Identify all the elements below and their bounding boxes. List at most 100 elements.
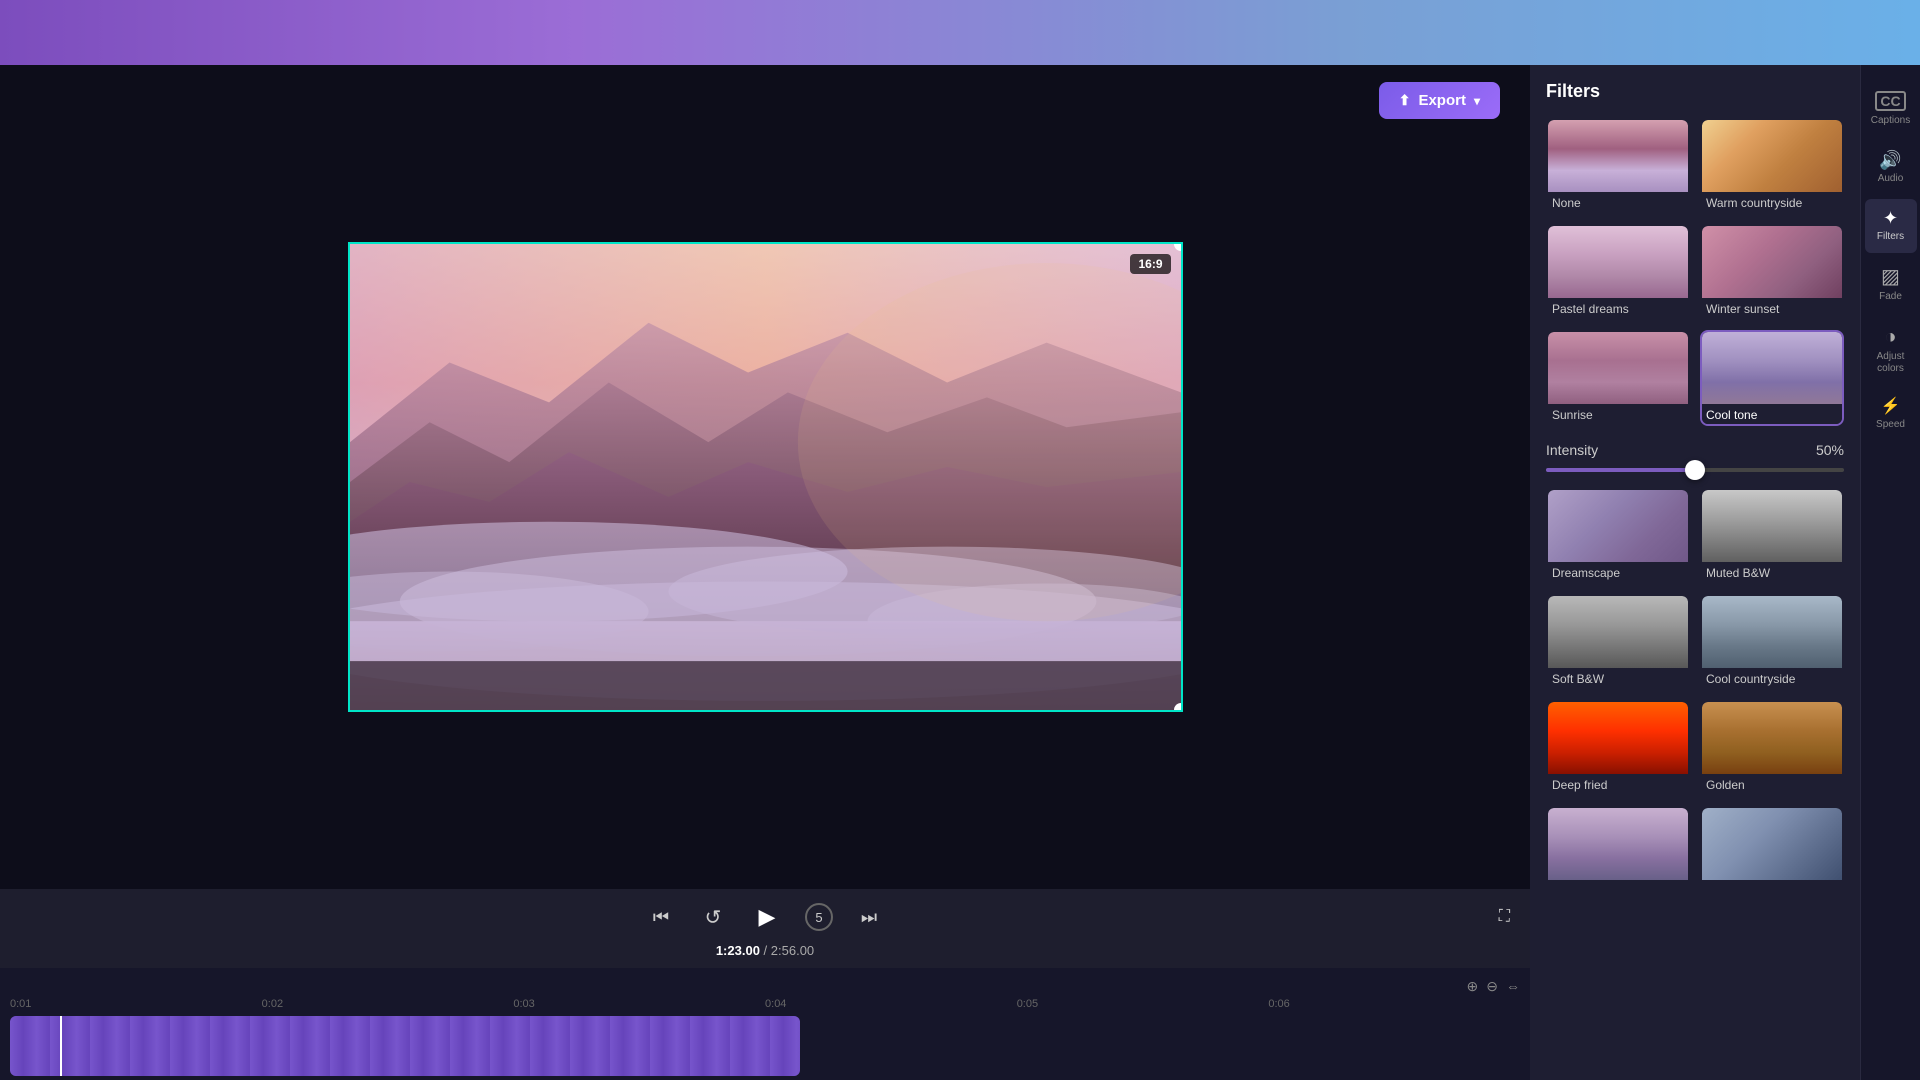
ruler-controls: ⊕ ⊖ ⇔: [1467, 978, 1520, 995]
filter-item-cool-countryside[interactable]: Cool countryside: [1700, 594, 1844, 690]
intensity-section: Intensity 50%: [1546, 442, 1844, 472]
filter-item-muted-bw[interactable]: Muted B&W: [1700, 488, 1844, 584]
zoom-out-button[interactable]: ⊖: [1486, 978, 1498, 995]
filter-item-golden[interactable]: Golden: [1700, 700, 1844, 796]
toolbar-label-adjust-colors: Adjust colors: [1871, 351, 1911, 375]
toolbar-item-filters[interactable]: ✦ Filters: [1865, 199, 1917, 253]
toolbar-item-audio[interactable]: 🔊 Audio: [1865, 141, 1917, 195]
filter-thumb-cool-tone: [1702, 332, 1842, 404]
speed-icon: ⚡: [1881, 399, 1901, 415]
intensity-header: Intensity 50%: [1546, 442, 1844, 458]
mark-2: 0:02: [262, 998, 514, 1010]
filters-panel: Filters None Warm countryside Pastel dre…: [1530, 65, 1860, 1080]
player-controls: ⏮ ↺ ▶ 5 ⏭ ⛶ 1:23.00 / 2:56.00: [0, 889, 1530, 968]
timeline-section: ⊕ ⊖ ⇔ 0:01 0:02 0:03 0:04 0:05 0:06: [0, 968, 1530, 1080]
mark-3: 0:03: [513, 998, 765, 1010]
rewind-button[interactable]: ↺: [697, 901, 729, 933]
filter-item-soft-bw[interactable]: Soft B&W: [1546, 594, 1690, 690]
video-area: 16:9 ⏮ ↺ ▶ 5 ⏭ ⛶ 1:23.00 / 2:56.00: [0, 65, 1530, 1080]
timeline-playhead: [60, 1016, 62, 1076]
filter-item-sunrise[interactable]: Sunrise: [1546, 330, 1690, 426]
export-label: Export: [1418, 92, 1466, 109]
filter-thumb-none: [1548, 120, 1688, 192]
controls-bar: ⏮ ↺ ▶ 5 ⏭ ⛶: [0, 899, 1530, 935]
timeline-container: [0, 1012, 1530, 1080]
right-panel: Filters None Warm countryside Pastel dre…: [1530, 65, 1920, 1080]
forward-5-button[interactable]: 5: [805, 903, 833, 931]
play-button[interactable]: ▶: [749, 899, 785, 935]
filter-label-cool-countryside: Cool countryside: [1702, 668, 1842, 688]
mark-6: 0:06: [1268, 998, 1520, 1010]
toolbar-label-filters: Filters: [1877, 231, 1904, 243]
filter-label-extra2: [1702, 880, 1842, 886]
toolbar-label-fade: Fade: [1879, 291, 1902, 303]
filter-item-pastel-dreams[interactable]: Pastel dreams: [1546, 224, 1690, 320]
filter-thumb-dreamscape: [1548, 490, 1688, 562]
filter-item-dreamscape[interactable]: Dreamscape: [1546, 488, 1690, 584]
toolbar-item-adjust-colors[interactable]: ◑ Adjust colors: [1865, 317, 1917, 385]
aspect-ratio-badge: 16:9: [1130, 254, 1170, 274]
filter-thumb-golden: [1702, 702, 1842, 774]
video-background: [350, 244, 1181, 710]
filter-label-soft-bw: Soft B&W: [1548, 668, 1688, 688]
filter-item-extra2[interactable]: [1700, 806, 1844, 888]
current-time: 1:23.00: [716, 943, 760, 958]
panel-title: Filters: [1546, 81, 1844, 102]
filter-thumb-muted-bw: [1702, 490, 1842, 562]
toolbar-item-fade[interactable]: ▨ Fade: [1865, 257, 1917, 313]
export-button[interactable]: ⬆ Export ▾: [1379, 82, 1500, 119]
skip-back-button[interactable]: ⏮: [645, 901, 677, 933]
filter-label-deep-fried: Deep fried: [1548, 774, 1688, 794]
filter-item-extra1[interactable]: [1546, 806, 1690, 888]
time-display: 1:23.00 / 2:56.00: [716, 943, 814, 958]
fit-timeline-button[interactable]: ⇔: [1506, 978, 1520, 994]
filter-item-warm-countryside[interactable]: Warm countryside: [1700, 118, 1844, 214]
filter-label-pastel-dreams: Pastel dreams: [1548, 298, 1688, 318]
timeline-ruler: ⊕ ⊖ ⇔: [0, 976, 1530, 996]
filter-thumb-warm-countryside: [1702, 120, 1842, 192]
filter-label-dreamscape: Dreamscape: [1548, 562, 1688, 582]
filter-item-winter-sunset[interactable]: Winter sunset: [1700, 224, 1844, 320]
filter-thumb-pastel-dreams: [1548, 226, 1688, 298]
captions-icon: CC: [1875, 91, 1905, 111]
video-container: 16:9: [0, 65, 1530, 889]
mark-1: 0:01: [10, 998, 262, 1010]
mark-4: 0:04: [765, 998, 1017, 1010]
filters-icon: ✦: [1883, 209, 1898, 227]
toolbar-item-speed[interactable]: ⚡ Speed: [1865, 389, 1917, 441]
skip-forward-button[interactable]: ⏭: [853, 901, 885, 933]
filter-item-deep-fried[interactable]: Deep fried: [1546, 700, 1690, 796]
resize-handle-bottom-right[interactable]: [1174, 703, 1183, 712]
toolbar-label-speed: Speed: [1876, 419, 1905, 431]
filter-label-none: None: [1548, 192, 1688, 212]
filter-label-muted-bw: Muted B&W: [1702, 562, 1842, 582]
toolbar-label-audio: Audio: [1878, 173, 1904, 185]
total-time: 2:56.00: [771, 943, 814, 958]
zoom-in-button[interactable]: ⊕: [1467, 978, 1479, 995]
filter-thumb-winter-sunset: [1702, 226, 1842, 298]
time-separator: /: [764, 943, 771, 958]
intensity-slider[interactable]: [1546, 468, 1844, 472]
timeline-track-inner: [10, 1016, 800, 1076]
fullscreen-button[interactable]: ⛶: [1499, 908, 1510, 926]
timeline-marks: 0:01 0:02 0:03 0:04 0:05 0:06: [0, 996, 1530, 1012]
right-toolbar: CC Captions 🔊 Audio ✦ Filters ▨ Fade ◑ A…: [1860, 65, 1920, 1080]
export-chevron: ▾: [1474, 94, 1480, 108]
toolbar-item-captions[interactable]: CC Captions: [1865, 81, 1917, 137]
filter-thumb-sunrise: [1548, 332, 1688, 404]
intensity-label: Intensity: [1546, 442, 1598, 458]
toolbar-label-captions: Captions: [1871, 115, 1910, 127]
audio-icon: 🔊: [1879, 151, 1901, 169]
filter-item-cool-tone[interactable]: Cool tone: [1700, 330, 1844, 426]
top-bar: [0, 0, 1920, 65]
filter-thumb-deep-fried: [1548, 702, 1688, 774]
intensity-value: 50%: [1816, 442, 1844, 458]
mark-5: 0:05: [1017, 998, 1269, 1010]
filter-thumb-extra2: [1702, 808, 1842, 880]
filter-item-none[interactable]: None: [1546, 118, 1690, 214]
timeline-track[interactable]: [10, 1016, 800, 1076]
intensity-slider-thumb[interactable]: [1685, 460, 1705, 480]
video-preview[interactable]: 16:9: [348, 242, 1183, 712]
filter-thumb-extra1: [1548, 808, 1688, 880]
filter-label-extra1: [1548, 880, 1688, 886]
